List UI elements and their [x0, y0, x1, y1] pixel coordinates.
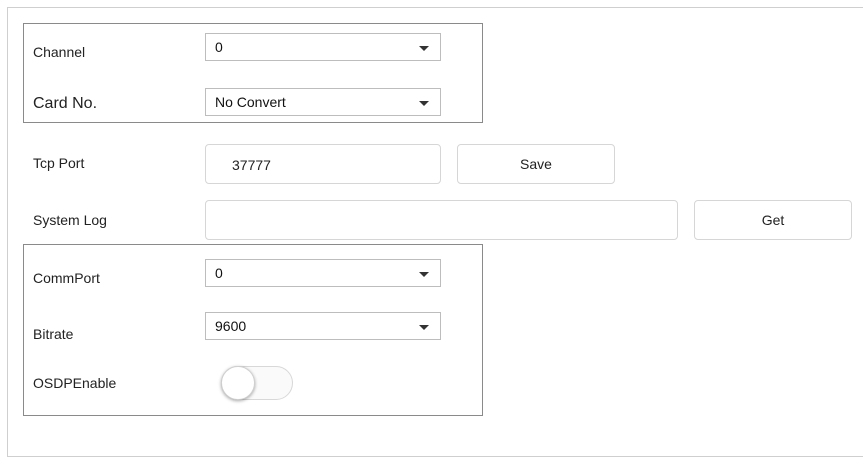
- osdp-enable-label: OSDPEnable: [33, 375, 117, 391]
- channel-select-value: 0: [215, 39, 223, 55]
- chevron-down-icon: [419, 46, 429, 51]
- bitrate-select[interactable]: 9600: [205, 312, 441, 340]
- tcp-port-label: Tcp Port: [33, 155, 85, 171]
- tcp-port-input[interactable]: 37777: [205, 144, 441, 184]
- bitrate-label: Bitrate: [33, 326, 74, 342]
- comm-port-select[interactable]: 0: [205, 259, 441, 287]
- system-log-input[interactable]: [205, 200, 678, 240]
- toggle-knob: [221, 366, 255, 400]
- comm-port-select-value: 0: [215, 265, 223, 281]
- save-button[interactable]: Save: [457, 144, 615, 184]
- bitrate-select-value: 9600: [215, 318, 247, 334]
- channel-label: Channel: [33, 44, 86, 60]
- card-no-label: Card No.: [33, 95, 98, 112]
- chevron-down-icon: [419, 272, 429, 277]
- card-no-select-value: No Convert: [215, 94, 286, 110]
- system-log-label: System Log: [33, 212, 107, 228]
- chevron-down-icon: [419, 325, 429, 330]
- comm-port-label: CommPort: [33, 270, 100, 286]
- get-button[interactable]: Get: [694, 200, 852, 240]
- card-no-select[interactable]: No Convert: [205, 88, 441, 116]
- tcp-port-input-value: 37777: [232, 157, 271, 173]
- osdp-enable-toggle[interactable]: [221, 366, 293, 400]
- chevron-down-icon: [419, 101, 429, 106]
- channel-select[interactable]: 0: [205, 33, 441, 61]
